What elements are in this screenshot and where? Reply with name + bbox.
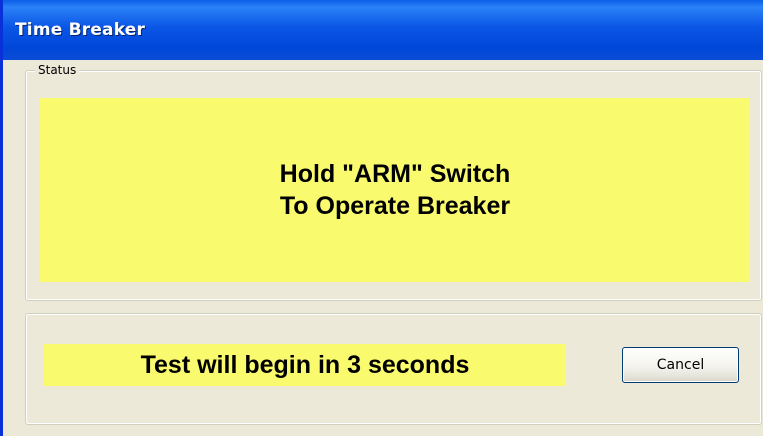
- window-title: Time Breaker: [15, 20, 146, 40]
- countdown-groupbox: Test will begin in 3 seconds Cancel: [25, 313, 762, 425]
- time-breaker-window: Time Breaker Status Hold "ARM" Switch To…: [0, 0, 763, 436]
- status-message-line-1: Hold "ARM" Switch: [279, 160, 511, 188]
- status-message-line-2: To Operate Breaker: [279, 192, 511, 220]
- dialog-client-area: Status Hold "ARM" Switch To Operate Brea…: [6, 60, 763, 436]
- status-group-label: Status: [35, 63, 80, 77]
- countdown-panel: Test will begin in 3 seconds: [44, 344, 566, 386]
- status-groupbox: Status Hold "ARM" Switch To Operate Brea…: [25, 63, 762, 301]
- title-bar[interactable]: Time Breaker: [3, 0, 763, 60]
- countdown-message: Test will begin in 3 seconds: [140, 350, 470, 379]
- cancel-button[interactable]: Cancel: [622, 347, 739, 383]
- status-message-panel: Hold "ARM" Switch To Operate Breaker: [40, 98, 750, 282]
